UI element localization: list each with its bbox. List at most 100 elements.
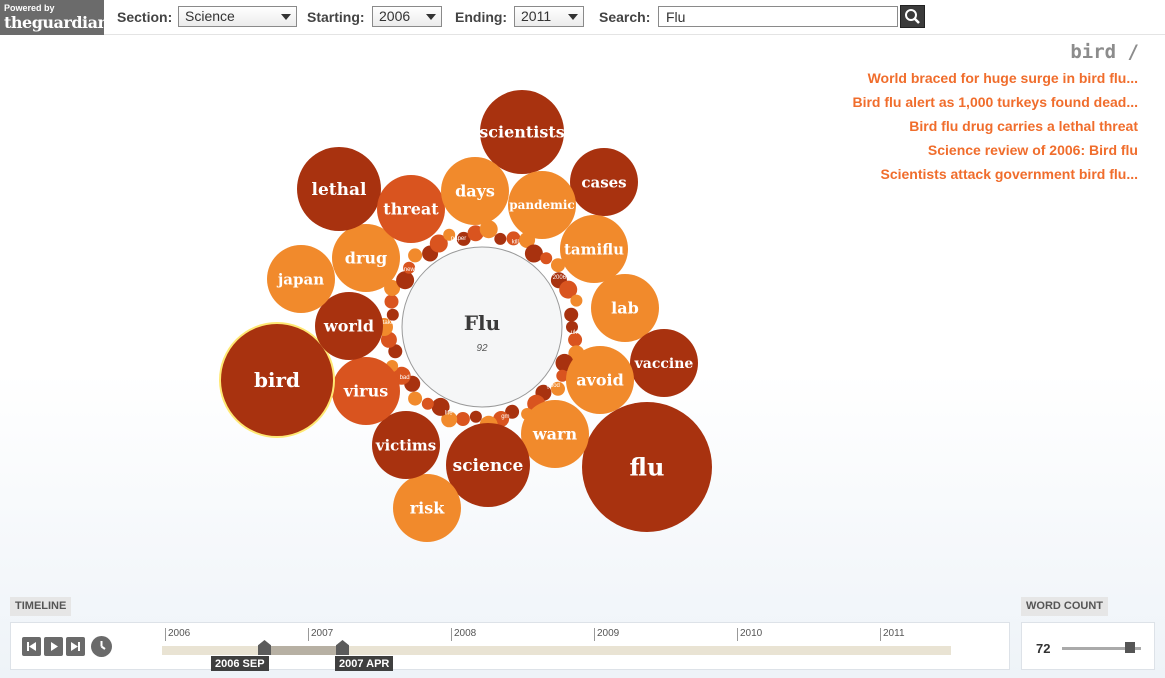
timeline-year: 2008 [450, 628, 477, 641]
word-bubble-victims[interactable]: victims [372, 411, 440, 479]
small-word-label: good [547, 383, 560, 389]
small-word-bubble[interactable] [421, 397, 434, 410]
word-bubble-label: flu [630, 452, 665, 481]
word-bubble-avoid[interactable]: avoid [566, 346, 634, 414]
small-word-bubble[interactable] [455, 412, 470, 426]
starting-select-value: 2006 [379, 8, 411, 24]
word-bubble-tamiflu[interactable]: tamiflu [560, 215, 628, 283]
word-bubble-label: lab [611, 299, 639, 318]
word-bubble-science[interactable]: science [446, 423, 530, 507]
ending-select[interactable]: 2011 [514, 6, 584, 27]
small-word-bubble[interactable] [396, 271, 415, 290]
starting-label: Starting: [307, 9, 365, 25]
word-bubble-days[interactable]: days [441, 157, 509, 225]
small-word-label: paper [451, 236, 466, 242]
word-bubble-label: risk [410, 499, 446, 518]
section-select[interactable]: Science [178, 6, 297, 27]
search-input[interactable] [658, 6, 898, 27]
word-count-slider-knob[interactable] [1125, 642, 1135, 653]
word-bubble-label: japan [276, 270, 324, 288]
timeline-end-handle[interactable] [336, 640, 349, 655]
word-bubble-lab[interactable]: lab [591, 274, 659, 342]
center-bubble: Flu 92 [401, 246, 563, 408]
small-word-label: news [404, 267, 418, 273]
article-list: World braced for huge surge in bird flu.… [852, 70, 1138, 190]
article-link[interactable]: Bird flu drug carries a lethal threat [852, 118, 1138, 142]
ending-label: Ending: [455, 9, 508, 25]
timeline-start-label: 2006 SEP [211, 656, 269, 671]
timeline-year: 2011 [880, 628, 905, 641]
word-bubble-risk[interactable]: risk [393, 474, 461, 542]
word-bubble-label: drug [345, 249, 387, 268]
small-word-label: kill [512, 239, 519, 245]
article-link[interactable]: Scientists attack government bird flu... [852, 166, 1138, 190]
word-bubble-label: tamiflu [564, 240, 624, 258]
word-bubble-flu[interactable]: flu [582, 402, 712, 532]
word-bubble-label: warn [532, 425, 578, 444]
timeline-year: 2010 [736, 628, 763, 641]
small-word-bubble[interactable] [384, 294, 399, 309]
word-bubble-virus[interactable]: virus [332, 357, 400, 425]
play-button[interactable] [44, 637, 63, 656]
small-word-label: life [445, 411, 453, 417]
small-word-bubble[interactable] [564, 307, 579, 322]
skip-forward-icon [71, 642, 80, 651]
timeline-panel: 2006 2007 2008 2009 2010 2011 2006 SEP 2… [10, 622, 1010, 671]
article-link[interactable]: World braced for huge surge in bird flu.… [852, 70, 1138, 94]
word-count-value: 72 [1036, 641, 1051, 656]
selected-word-title: bird / [1070, 41, 1139, 63]
small-word-bubble[interactable] [524, 244, 543, 263]
small-word-label: gm [501, 414, 509, 420]
word-bubble-label: science [453, 456, 524, 476]
word-bubble-japan[interactable]: japan [267, 245, 335, 313]
word-bubble-label: world [323, 317, 374, 336]
word-bubble-label: bird [254, 368, 300, 392]
play-icon [51, 642, 58, 651]
word-bubble-label: days [455, 182, 495, 201]
article-link[interactable]: Bird flu alert as 1,000 turkeys found de… [852, 94, 1138, 118]
timeline-end-label: 2007 APR [335, 656, 394, 671]
section-select-value: Science [185, 8, 235, 24]
word-bubble-cases[interactable]: cases [570, 148, 638, 216]
small-word-bubble[interactable] [494, 232, 507, 245]
clock-icon [100, 641, 106, 650]
small-word-bubble[interactable] [408, 248, 423, 263]
logo-powered-by: Powered by [4, 3, 55, 13]
small-word-bubble[interactable] [540, 252, 553, 265]
word-bubble-label: virus [343, 382, 388, 401]
timeline-year: 2006 [164, 628, 191, 641]
ending-select-value: 2011 [521, 8, 552, 24]
small-word-bubble[interactable] [570, 294, 583, 307]
skip-forward-button[interactable] [66, 637, 85, 656]
guardian-logo[interactable]: Powered by theguardian [0, 0, 109, 35]
chevron-down-icon [281, 14, 291, 20]
section-label: Section: [117, 9, 173, 25]
word-bubble-pandemic[interactable]: pandemic [508, 171, 576, 239]
word-count-panel: 72 [1021, 622, 1155, 670]
word-bubble-label: cases [581, 173, 626, 191]
small-word-label: bad [400, 375, 410, 381]
timeline-selected-range [264, 646, 342, 655]
timeline-start-handle[interactable] [258, 640, 271, 655]
word-bubble-label: threat [383, 200, 439, 219]
word-bubble-threat[interactable]: threat [377, 175, 445, 243]
skip-back-icon [27, 642, 36, 651]
top-toolbar: Powered by theguardian Section: Science … [0, 0, 1165, 35]
search-button[interactable] [900, 5, 925, 28]
small-word-bubble[interactable] [469, 410, 482, 423]
article-link[interactable]: Science review of 2006: Bird flu [852, 142, 1138, 166]
word-bubble-scientists[interactable]: scientists [479, 90, 565, 174]
word-bubble-vaccine[interactable]: vaccine [630, 329, 698, 397]
chevron-down-icon [568, 14, 578, 20]
word-bubble-lethal[interactable]: lethal [297, 147, 381, 231]
word-bubble-label: vaccine [634, 356, 694, 372]
starting-select[interactable]: 2006 [372, 6, 442, 27]
word-bubble-bird[interactable]: bird [219, 322, 335, 438]
word-bubble-label: lethal [312, 180, 368, 200]
clock-button[interactable] [91, 636, 112, 657]
search-icon [905, 9, 920, 24]
chevron-down-icon [426, 14, 436, 20]
small-word-bubble[interactable] [408, 391, 423, 406]
word-bubble-warn[interactable]: warn [521, 400, 589, 468]
skip-back-button[interactable] [22, 637, 41, 656]
